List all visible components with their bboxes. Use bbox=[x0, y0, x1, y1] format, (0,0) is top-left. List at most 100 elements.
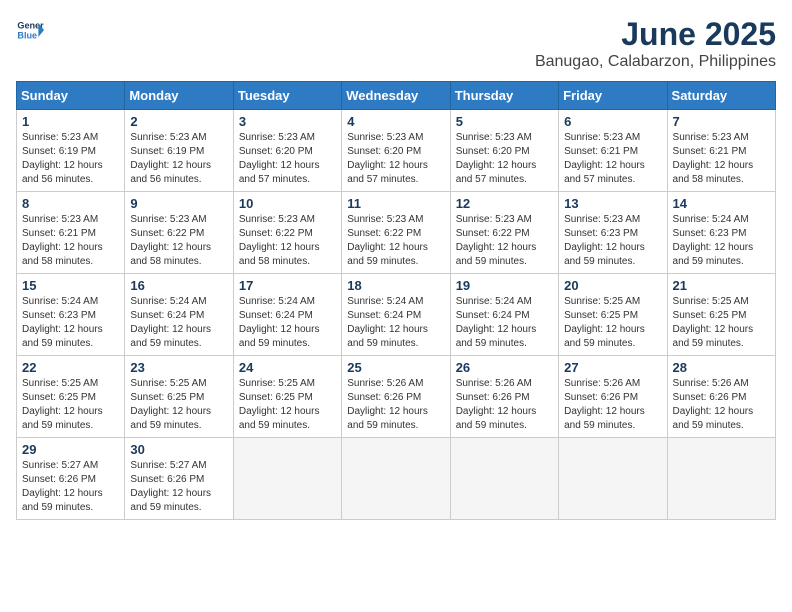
day-info: Sunrise: 5:23 AMSunset: 6:22 PMDaylight:… bbox=[347, 213, 444, 269]
day-info: Sunrise: 5:23 AMSunset: 6:20 PMDaylight:… bbox=[347, 131, 444, 187]
day-number: 17 bbox=[239, 278, 336, 293]
calendar-cell bbox=[450, 438, 558, 520]
day-info: Sunrise: 5:26 AMSunset: 6:26 PMDaylight:… bbox=[673, 377, 770, 433]
day-info: Sunrise: 5:23 AMSunset: 6:22 PMDaylight:… bbox=[456, 213, 553, 269]
day-info: Sunrise: 5:27 AMSunset: 6:26 PMDaylight:… bbox=[130, 459, 227, 515]
day-number: 7 bbox=[673, 114, 770, 129]
day-info: Sunrise: 5:23 AMSunset: 6:21 PMDaylight:… bbox=[564, 131, 661, 187]
calendar-week-row: 8Sunrise: 5:23 AMSunset: 6:21 PMDaylight… bbox=[17, 192, 776, 274]
day-number: 10 bbox=[239, 196, 336, 211]
day-info: Sunrise: 5:26 AMSunset: 6:26 PMDaylight:… bbox=[347, 377, 444, 433]
weekday-header-row: SundayMondayTuesdayWednesdayThursdayFrid… bbox=[17, 82, 776, 110]
calendar-cell: 22 Sunrise: 5:25 AMSunset: 6:25 PMDayligh… bbox=[17, 356, 125, 438]
day-number: 11 bbox=[347, 196, 444, 211]
weekday-sunday: Sunday bbox=[17, 82, 125, 110]
day-number: 4 bbox=[347, 114, 444, 129]
day-number: 16 bbox=[130, 278, 227, 293]
day-number: 22 bbox=[22, 360, 119, 375]
calendar-cell: 7 Sunrise: 5:23 AMSunset: 6:21 PMDaylight… bbox=[667, 110, 775, 192]
day-info: Sunrise: 5:25 AMSunset: 6:25 PMDaylight:… bbox=[239, 377, 336, 433]
calendar-cell: 23Sunrise: 5:25 AMSunset: 6:25 PMDayligh… bbox=[125, 356, 233, 438]
calendar-cell: 3Sunrise: 5:23 AMSunset: 6:20 PMDaylight… bbox=[233, 110, 341, 192]
day-number: 2 bbox=[130, 114, 227, 129]
calendar-week-row: 15 Sunrise: 5:24 AMSunset: 6:23 PMDayligh… bbox=[17, 274, 776, 356]
page-wrapper: General Blue June 2025 Banugao, Calabarz… bbox=[16, 16, 776, 520]
day-number: 29 bbox=[22, 442, 119, 457]
day-info: Sunrise: 5:23 AMSunset: 6:23 PMDaylight:… bbox=[564, 213, 661, 269]
day-info: Sunrise: 5:23 AMSunset: 6:21 PMDaylight:… bbox=[673, 131, 770, 187]
day-info: Sunrise: 5:25 AMSunset: 6:25 PMDaylight:… bbox=[22, 377, 119, 433]
day-info: Sunrise: 5:26 AMSunset: 6:26 PMDaylight:… bbox=[564, 377, 661, 433]
calendar-cell: 16 Sunrise: 5:24 AMSunset: 6:24 PMDayligh… bbox=[125, 274, 233, 356]
calendar-cell: 9 Sunrise: 5:23 AMSunset: 6:22 PMDaylight… bbox=[125, 192, 233, 274]
calendar-cell: 19Sunrise: 5:24 AMSunset: 6:24 PMDayligh… bbox=[450, 274, 558, 356]
day-info: Sunrise: 5:24 AMSunset: 6:24 PMDaylight:… bbox=[130, 295, 227, 351]
logo: General Blue bbox=[16, 16, 44, 44]
day-info: Sunrise: 5:23 AMSunset: 6:19 PMDaylight:… bbox=[130, 131, 227, 187]
day-number: 15 bbox=[22, 278, 119, 293]
calendar-cell: 4 Sunrise: 5:23 AMSunset: 6:20 PMDaylight… bbox=[342, 110, 450, 192]
calendar-week-row: 29 Sunrise: 5:27 AMSunset: 6:26 PMDayligh… bbox=[17, 438, 776, 520]
day-number: 18 bbox=[347, 278, 444, 293]
calendar-cell: 8Sunrise: 5:23 AMSunset: 6:21 PMDaylight… bbox=[17, 192, 125, 274]
calendar-cell bbox=[342, 438, 450, 520]
calendar-cell: 28 Sunrise: 5:26 AMSunset: 6:26 PMDayligh… bbox=[667, 356, 775, 438]
calendar-cell: 30 Sunrise: 5:27 AMSunset: 6:26 PMDayligh… bbox=[125, 438, 233, 520]
day-number: 3 bbox=[239, 114, 336, 129]
day-number: 28 bbox=[673, 360, 770, 375]
calendar-cell: 5 Sunrise: 5:23 AMSunset: 6:20 PMDaylight… bbox=[450, 110, 558, 192]
day-number: 9 bbox=[130, 196, 227, 211]
calendar-cell: 26 Sunrise: 5:26 AMSunset: 6:26 PMDayligh… bbox=[450, 356, 558, 438]
day-number: 27 bbox=[564, 360, 661, 375]
calendar-cell bbox=[233, 438, 341, 520]
day-number: 21 bbox=[673, 278, 770, 293]
day-info: Sunrise: 5:24 AMSunset: 6:23 PMDaylight:… bbox=[673, 213, 770, 269]
day-info: Sunrise: 5:24 AMSunset: 6:24 PMDaylight:… bbox=[239, 295, 336, 351]
header: General Blue June 2025 Banugao, Calabarz… bbox=[16, 16, 776, 71]
calendar-cell bbox=[559, 438, 667, 520]
day-number: 12 bbox=[456, 196, 553, 211]
day-info: Sunrise: 5:23 AMSunset: 6:22 PMDaylight:… bbox=[239, 213, 336, 269]
day-info: Sunrise: 5:23 AMSunset: 6:22 PMDaylight:… bbox=[130, 213, 227, 269]
calendar-cell: 14 Sunrise: 5:24 AMSunset: 6:23 PMDayligh… bbox=[667, 192, 775, 274]
day-number: 23 bbox=[130, 360, 227, 375]
day-number: 26 bbox=[456, 360, 553, 375]
day-number: 13 bbox=[564, 196, 661, 211]
calendar-cell: 24 Sunrise: 5:25 AMSunset: 6:25 PMDayligh… bbox=[233, 356, 341, 438]
day-info: Sunrise: 5:27 AMSunset: 6:26 PMDaylight:… bbox=[22, 459, 119, 515]
calendar-table: SundayMondayTuesdayWednesdayThursdayFrid… bbox=[16, 81, 776, 520]
calendar-cell: 25Sunrise: 5:26 AMSunset: 6:26 PMDayligh… bbox=[342, 356, 450, 438]
calendar-week-row: 22 Sunrise: 5:25 AMSunset: 6:25 PMDayligh… bbox=[17, 356, 776, 438]
calendar-cell: 29 Sunrise: 5:27 AMSunset: 6:26 PMDayligh… bbox=[17, 438, 125, 520]
calendar-cell: 20 Sunrise: 5:25 AMSunset: 6:25 PMDayligh… bbox=[559, 274, 667, 356]
day-number: 6 bbox=[564, 114, 661, 129]
day-number: 19 bbox=[456, 278, 553, 293]
day-number: 30 bbox=[130, 442, 227, 457]
day-info: Sunrise: 5:23 AMSunset: 6:19 PMDaylight:… bbox=[22, 131, 119, 187]
calendar-cell: 21Sunrise: 5:25 AMSunset: 6:25 PMDayligh… bbox=[667, 274, 775, 356]
day-number: 5 bbox=[456, 114, 553, 129]
svg-text:Blue: Blue bbox=[17, 30, 37, 40]
weekday-wednesday: Wednesday bbox=[342, 82, 450, 110]
day-info: Sunrise: 5:25 AMSunset: 6:25 PMDaylight:… bbox=[564, 295, 661, 351]
day-number: 14 bbox=[673, 196, 770, 211]
day-info: Sunrise: 5:23 AMSunset: 6:21 PMDaylight:… bbox=[22, 213, 119, 269]
calendar-cell: 2 Sunrise: 5:23 AMSunset: 6:19 PMDaylight… bbox=[125, 110, 233, 192]
calendar-title: June 2025 bbox=[535, 16, 776, 53]
weekday-thursday: Thursday bbox=[450, 82, 558, 110]
day-info: Sunrise: 5:26 AMSunset: 6:26 PMDaylight:… bbox=[456, 377, 553, 433]
calendar-week-row: 1Sunrise: 5:23 AMSunset: 6:19 PMDaylight… bbox=[17, 110, 776, 192]
weekday-tuesday: Tuesday bbox=[233, 82, 341, 110]
logo-icon: General Blue bbox=[16, 16, 44, 44]
calendar-cell: 11 Sunrise: 5:23 AMSunset: 6:22 PMDayligh… bbox=[342, 192, 450, 274]
day-number: 20 bbox=[564, 278, 661, 293]
calendar-cell: 12 Sunrise: 5:23 AMSunset: 6:22 PMDayligh… bbox=[450, 192, 558, 274]
day-info: Sunrise: 5:24 AMSunset: 6:24 PMDaylight:… bbox=[347, 295, 444, 351]
weekday-saturday: Saturday bbox=[667, 82, 775, 110]
weekday-friday: Friday bbox=[559, 82, 667, 110]
calendar-cell: 13 Sunrise: 5:23 AMSunset: 6:23 PMDayligh… bbox=[559, 192, 667, 274]
calendar-cell: 1Sunrise: 5:23 AMSunset: 6:19 PMDaylight… bbox=[17, 110, 125, 192]
day-info: Sunrise: 5:24 AMSunset: 6:23 PMDaylight:… bbox=[22, 295, 119, 351]
day-number: 24 bbox=[239, 360, 336, 375]
day-info: Sunrise: 5:23 AMSunset: 6:20 PMDaylight:… bbox=[456, 131, 553, 187]
